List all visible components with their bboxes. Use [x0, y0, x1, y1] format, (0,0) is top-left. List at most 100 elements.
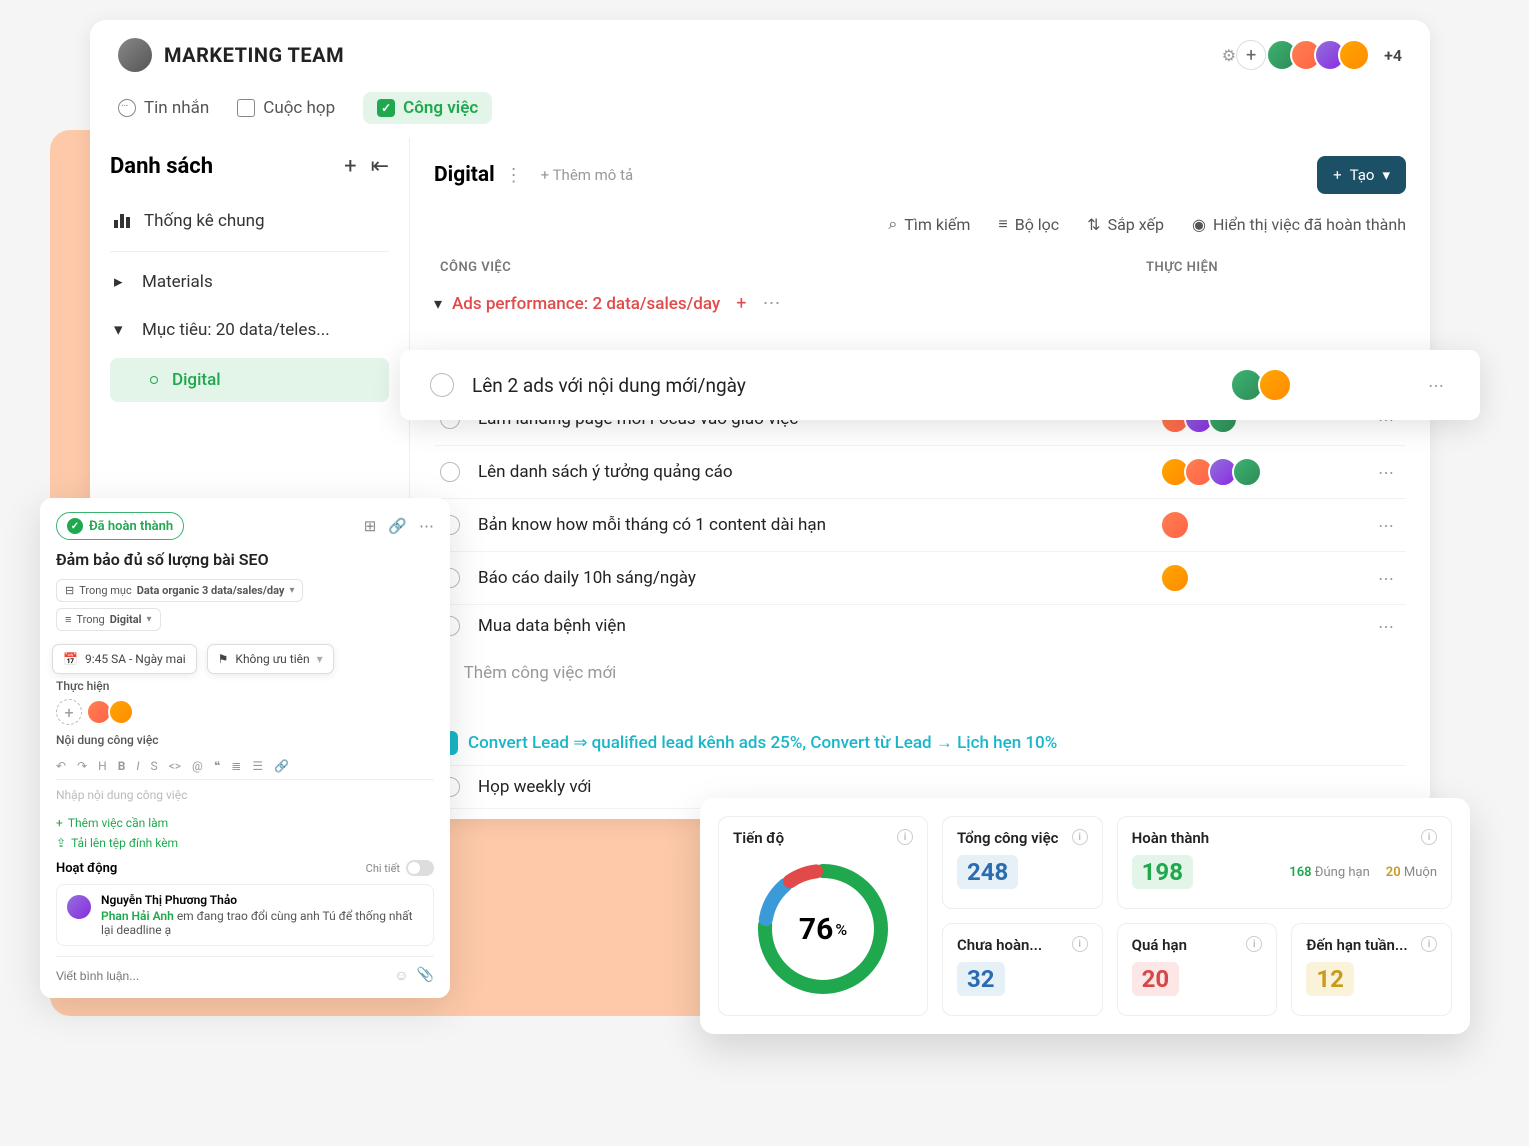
- info-icon[interactable]: i: [1246, 936, 1262, 952]
- toggle-switch: [406, 860, 434, 876]
- task-name: Lên 2 ads với nội dung mới/ngày: [472, 374, 1236, 397]
- task-row[interactable]: Bản know how mỗi tháng có 1 content dài …: [434, 498, 1406, 551]
- avatar: [1258, 368, 1292, 402]
- link-icon[interactable]: 🔗: [274, 759, 289, 773]
- more-icon[interactable]: ⋯: [419, 517, 434, 535]
- task-detail-panel: ✓Đã hoàn thành ⊞ 🔗 ⋯ Đảm bảo đủ số lượng…: [40, 498, 450, 998]
- check-icon: ✓: [67, 518, 83, 534]
- quote-icon[interactable]: ❝: [214, 759, 220, 773]
- member-avatars[interactable]: [1274, 39, 1370, 71]
- strike-icon[interactable]: S: [151, 759, 158, 773]
- add-task-icon[interactable]: +: [736, 293, 746, 314]
- sidebar-item-stats[interactable]: Thống kê chung: [110, 197, 389, 245]
- task-checkbox[interactable]: [440, 462, 460, 482]
- info-icon[interactable]: i: [897, 829, 913, 845]
- filter-button[interactable]: ≡Bộ lọc: [998, 214, 1059, 234]
- attach-file-link[interactable]: ⇪ Tải lên tệp đính kèm: [56, 836, 434, 850]
- add-assignee-button[interactable]: +: [56, 699, 82, 725]
- more-icon[interactable]: ⋯: [1366, 463, 1406, 482]
- info-icon[interactable]: i: [1421, 829, 1437, 845]
- priority-chip[interactable]: ⚑Không ưu tiên▾: [207, 644, 334, 674]
- more-icon[interactable]: ⋯: [762, 293, 780, 314]
- late-label: Muộn: [1404, 865, 1437, 880]
- add-list-button[interactable]: +: [344, 154, 356, 179]
- chat-icon: [118, 99, 136, 117]
- ol-icon[interactable]: ☰: [252, 759, 263, 773]
- more-icon[interactable]: ⋯: [1366, 569, 1406, 588]
- task-row[interactable]: Báo cáo daily 10h sáng/ngày⋯: [434, 551, 1406, 604]
- comment-author: Nguyễn Thị Phương Thảo: [101, 893, 425, 907]
- code-icon[interactable]: <>: [169, 759, 181, 773]
- section-header-2[interactable]: 2 Convert Lead ⇒ qualified lead kênh ads…: [434, 699, 1406, 765]
- search-button[interactable]: ⌕Tìm kiếm: [888, 214, 970, 234]
- add-task-row[interactable]: +Thêm công việc mới: [434, 647, 1406, 699]
- content-placeholder[interactable]: Nhập nội dung công việc: [56, 784, 434, 810]
- info-icon[interactable]: i: [1072, 936, 1088, 952]
- mention[interactable]: Phan Hải Anh: [101, 909, 174, 923]
- add-description[interactable]: + Thêm mô tả: [541, 166, 633, 184]
- badge-label: Đã hoàn thành: [89, 519, 173, 534]
- sidebar-item-digital[interactable]: Digital: [110, 358, 389, 402]
- stat-due-week: Đến hạn tuần...i 12: [1291, 923, 1452, 1016]
- redo-icon[interactable]: ↷: [77, 759, 87, 773]
- avatar: [108, 699, 134, 725]
- italic-icon[interactable]: I: [136, 759, 139, 773]
- emoji-icon[interactable]: ☺: [394, 967, 408, 984]
- chevron-down-icon: ▾: [1382, 166, 1390, 184]
- create-button[interactable]: +Tạo▾: [1317, 156, 1406, 194]
- breadcrumb-chip[interactable]: ⊟ Trong mục Data organic 3 data/sales/da…: [56, 579, 303, 602]
- comment-input-row: ☺📎: [56, 956, 434, 984]
- attach-icon[interactable]: 📎: [417, 967, 434, 984]
- heading-icon[interactable]: H: [98, 759, 107, 773]
- sidebar-item-materials[interactable]: ▸ Materials: [110, 258, 389, 306]
- more-icon[interactable]: ⋯: [1366, 617, 1406, 636]
- add-task-label: Thêm công việc mới: [464, 663, 617, 683]
- sort-button[interactable]: ⇅Sắp xếp: [1087, 214, 1164, 234]
- stat-label: Đến hạn tuần...: [1306, 936, 1407, 954]
- completed-badge[interactable]: ✓ Đã hoàn thành: [56, 512, 184, 540]
- info-icon[interactable]: i: [1072, 829, 1088, 845]
- stat-value: 248: [957, 855, 1018, 889]
- info-icon[interactable]: i: [1421, 936, 1437, 952]
- at-icon[interactable]: @: [192, 759, 203, 773]
- undo-icon[interactable]: ↶: [56, 759, 66, 773]
- link-icon[interactable]: 🔗: [388, 517, 407, 535]
- task-checkbox[interactable]: [430, 373, 454, 397]
- highlighted-task-row[interactable]: Lên 2 ads với nội dung mới/ngày ⋯: [400, 350, 1480, 420]
- tab-messages[interactable]: Tin nhắn: [118, 98, 209, 118]
- calendar-icon: [237, 99, 255, 117]
- bold-icon[interactable]: B: [118, 759, 126, 773]
- list-icon[interactable]: ≣: [231, 759, 241, 773]
- tab-meetings[interactable]: Cuộc họp: [237, 98, 335, 118]
- task-name: Mua data bệnh viện: [478, 616, 1166, 636]
- caret-down-icon: ▾: [114, 320, 128, 340]
- avatar: [1160, 510, 1190, 540]
- comment-input[interactable]: [56, 969, 386, 983]
- grid-icon[interactable]: ⊞: [364, 517, 377, 535]
- stat-label: Tổng công việc: [957, 829, 1058, 847]
- breadcrumb-chip[interactable]: ≡ Trong Digital ▾: [56, 608, 161, 631]
- more-icon[interactable]: ⋯: [1416, 376, 1456, 395]
- due-date-chip[interactable]: 📅9:45 SA - Ngày mai: [52, 644, 197, 674]
- tab-label: Cuộc họp: [263, 98, 335, 118]
- stat-progress: Tiến đội 76%: [718, 816, 928, 1016]
- add-todo-link[interactable]: + Thêm việc cần làm: [56, 816, 434, 830]
- sidebar-title: Danh sách: [110, 154, 213, 179]
- avatar: [1160, 563, 1190, 593]
- tab-tasks[interactable]: ✓Công việc: [363, 92, 492, 124]
- add-member-button[interactable]: +: [1236, 40, 1266, 70]
- show-completed-button[interactable]: ◉Hiển thị việc đã hoàn thành: [1192, 214, 1406, 234]
- stat-pending: Chưa hoàn...i 32: [942, 923, 1103, 1016]
- task-row[interactable]: Mua data bệnh viện ⋯: [434, 604, 1406, 647]
- tab-label: Tin nhắn: [144, 98, 209, 118]
- task-row[interactable]: Lên danh sách ý tưởng quảng cáo⋯: [434, 445, 1406, 498]
- section-header[interactable]: ▾ Ads performance: 2 data/sales/day + ⋯: [434, 285, 1406, 324]
- more-icon[interactable]: ⋯: [1366, 516, 1406, 535]
- more-members-count[interactable]: +4: [1384, 46, 1402, 65]
- collapse-icon[interactable]: ⇤: [371, 154, 389, 179]
- gear-icon[interactable]: ⚙: [1222, 46, 1236, 65]
- stat-completed: Hoàn thànhi 198 168 Đúng hạn 20 Muộn: [1117, 816, 1452, 909]
- more-icon[interactable]: ⋮: [505, 165, 523, 186]
- detail-toggle[interactable]: Chi tiết: [366, 860, 434, 876]
- sidebar-item-goal[interactable]: ▾ Mục tiêu: 20 data/teles...: [110, 306, 389, 354]
